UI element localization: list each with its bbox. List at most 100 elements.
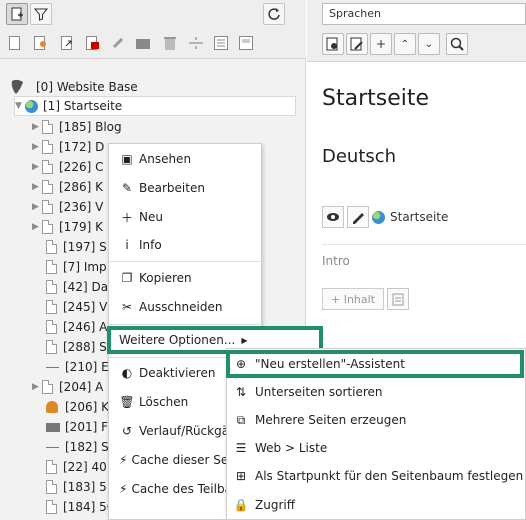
context-menu-item-edit[interactable]: ✎ Bearbeiten [109,176,261,200]
context-menu-item-copy[interactable]: ❐ Kopieren [109,266,261,290]
page-layout-icon[interactable] [238,35,254,51]
filter-button[interactable] [30,3,52,25]
tree-item-label: [1] Startseite [43,99,123,113]
page-backend-user-icon[interactable] [33,35,49,51]
paste-button[interactable] [387,288,410,310]
tree-item[interactable]: [288] S [32,337,107,357]
tree-item[interactable]: [42] Da [32,277,108,297]
tree-item-label: [288] S [63,340,107,354]
submenu-item-new-wizard[interactable]: ⊕ "Neu erstellen"-Assistent [226,350,524,378]
tree-item[interactable]: ▶ [236] V [32,197,103,217]
tree-root-item[interactable]: [0] Website Base [10,77,138,97]
page-shortcut-icon[interactable] [60,35,76,51]
context-menu-item-new[interactable]: ＋ Neu [109,205,261,229]
submenu-item-mountpoint[interactable]: ⊞ Als Startpunkt für den Seitenbaum festl… [227,463,525,489]
expand-toggle-icon[interactable]: ▼ [15,101,25,111]
sysfolder-icon[interactable] [213,35,229,51]
page-icon [42,200,53,214]
context-menu-item-view[interactable]: ▣ Ansehen [109,147,261,171]
list-icon: ☰ [235,441,247,455]
search-button[interactable] [446,33,468,55]
tree-item[interactable]: ▶ [185] Blog [32,117,122,137]
context-menu-label: Bearbeiten [139,181,205,195]
folder-icon [46,422,60,432]
expand-toggle-icon[interactable]: ▶ [32,222,42,232]
submenu-item-lock[interactable]: 🔒 Zugriff [227,492,525,518]
move-down-button[interactable]: ⌄ [418,33,440,55]
history-icon: ↺ [121,424,133,438]
globe-icon [372,210,385,224]
spacer-icon[interactable] [188,35,204,51]
multiple-pages-icon: ⧉ [236,412,246,427]
add-content-button[interactable]: + Inhalt [322,288,385,310]
tree-item-label: [204] A [59,380,104,394]
tree-item[interactable]: [201] F [32,417,108,437]
page-icon [46,280,57,294]
view-page-button[interactable] [322,33,344,55]
pencil-icon [353,213,364,224]
edit-page-button[interactable] [346,33,368,55]
tree-item[interactable]: [197] S [32,237,107,257]
tree-item[interactable]: [182] S [32,437,109,457]
context-menu-label: Löschen [139,395,189,409]
view-record-button[interactable] [322,206,344,228]
submenu-label: Zugriff [255,498,295,512]
tree-item-selected[interactable]: ▼ [1] Startseite [14,96,296,116]
submenu-item-list[interactable]: ☰ Web > Liste [227,435,525,461]
eye-icon [327,213,339,221]
context-menu-item-cut[interactable]: ✂ Ausschneiden [109,295,261,319]
menu-divider [109,261,261,262]
edit-icon: ✎ [121,181,133,195]
new-content-button[interactable]: + [370,33,392,55]
expand-toggle-icon[interactable]: ▶ [32,142,42,152]
expand-toggle-icon[interactable]: ▶ [32,382,42,392]
recycler-icon[interactable] [162,35,178,51]
tree-item[interactable]: ▶ [179] K [32,217,103,237]
tree-root-label: [0] Website Base [36,80,138,94]
page-link-icon[interactable] [110,35,126,51]
expand-toggle-icon[interactable]: ▶ [32,162,42,172]
context-menu-label: Kopieren [139,271,192,285]
folder-icon[interactable] [135,35,151,51]
tree-item-label: [197] S [63,240,107,254]
tree-item[interactable]: [210] E [32,357,109,377]
submenu-arrow-icon: ▶ [241,335,248,345]
tree-item-label: [172] D [59,140,105,154]
reload-button[interactable] [263,3,285,25]
tree-item[interactable]: ▶ [226] C [32,157,103,177]
page-icon [42,120,53,134]
tree-item[interactable]: [206] K [32,397,109,417]
page-icon [46,260,57,274]
submenu-item-sort[interactable]: ⇅ Unterseiten sortieren [227,379,525,405]
submenu-label: Unterseiten sortieren [255,385,383,399]
doktype-toolbar [0,29,306,59]
tree-item[interactable]: ▶ [172] D [32,137,104,157]
tree-item[interactable]: [245] V [32,297,107,317]
edit-record-button[interactable] [347,206,369,228]
tree-item[interactable]: ▶ [204] A [32,377,103,397]
tree-item[interactable]: [22] 40 [32,457,107,477]
expand-toggle-icon[interactable]: ▶ [32,122,42,132]
tree-item-label: [246] A [63,320,108,334]
move-up-button[interactable]: ⌃ [394,33,416,55]
mountpoint-icon: ⊞ [235,469,247,483]
language-select[interactable]: Sprachen [322,3,526,25]
expand-toggle-icon[interactable]: ▶ [32,202,42,212]
new-page-button[interactable] [6,3,28,25]
submenu-item-multiple-pages[interactable]: ⧉ Mehrere Seiten erzeugen [227,407,525,433]
page-mountpoint-icon[interactable] [85,35,101,51]
page-icon [42,160,53,174]
tree-item[interactable]: [183] 5 [32,477,107,497]
tree-item[interactable]: [246] A [32,317,107,337]
page-icon [42,140,53,154]
tree-item[interactable]: ▶ [286] K [32,177,103,197]
expand-toggle-icon[interactable]: ▶ [32,182,42,192]
submenu-label: Als Startpunkt für den Seitenbaum festle… [255,469,524,483]
page-record-label: Startseite [390,210,449,224]
page-default-icon[interactable] [6,35,22,51]
context-menu-item-info[interactable]: i Info [109,233,261,257]
context-menu-label: Info [139,238,162,252]
tree-item[interactable]: [7] Imp [32,257,107,277]
typo3-logo-icon [11,79,23,94]
context-submenu: ⊕ "Neu erstellen"-Assistent ⇅ Unterseiten s… [226,348,526,520]
